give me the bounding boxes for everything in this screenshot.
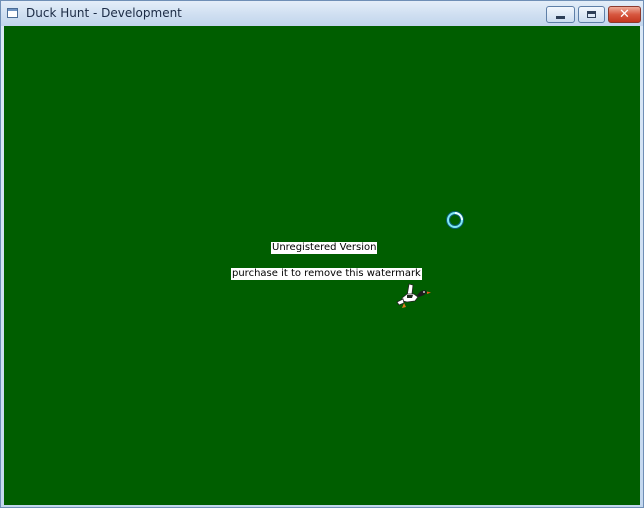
close-icon: ✕ bbox=[619, 7, 630, 22]
restore-icon bbox=[587, 11, 596, 18]
minimize-button[interactable] bbox=[546, 6, 575, 23]
watermark-line-2: purchase it to remove this watermark bbox=[231, 268, 422, 280]
minimize-icon bbox=[556, 16, 565, 19]
title-bar[interactable]: Duck Hunt - Development ✕ bbox=[1, 1, 643, 26]
app-window-icon[interactable] bbox=[7, 8, 18, 18]
game-canvas[interactable]: Unregistered Version purchase it to remo… bbox=[4, 26, 640, 505]
maximize-button[interactable] bbox=[578, 6, 605, 23]
close-button[interactable]: ✕ bbox=[608, 6, 641, 23]
window-title: Duck Hunt - Development bbox=[26, 6, 182, 20]
watermark-line-1: Unregistered Version bbox=[271, 242, 378, 254]
app-window: Duck Hunt - Development ✕ Unregistered V… bbox=[0, 0, 644, 508]
duck-sprite[interactable] bbox=[395, 282, 431, 310]
busy-cursor-icon bbox=[446, 211, 464, 229]
